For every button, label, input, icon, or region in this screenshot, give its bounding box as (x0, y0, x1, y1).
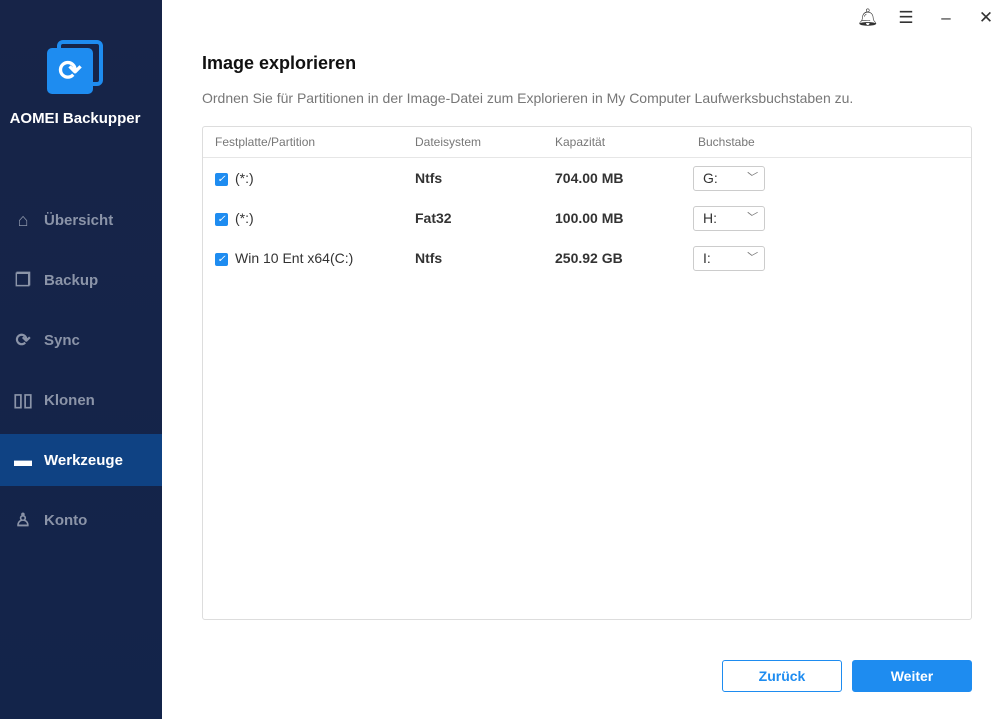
partition-name: (*:) (235, 210, 254, 226)
column-header: Dateisystem (415, 135, 482, 149)
sidebar-item-label: Übersicht (44, 211, 114, 229)
sidebar-item-label: Sync (44, 331, 80, 349)
sidebar-item-account[interactable]: ♙ Konto (0, 494, 162, 546)
table-row: ✓ (*:) Ntfs 704.00 MB G: ﹀ (203, 158, 971, 198)
chevron-down-icon: ﹀ (745, 252, 756, 264)
home-icon: ⌂ (17, 209, 29, 230)
sidebar-item-overview[interactable]: ⌂ Übersicht (0, 194, 162, 246)
backup-icon: ❐ (14, 269, 32, 290)
letter-value: I: (703, 250, 711, 266)
row-checkbox[interactable]: ✓ (215, 172, 228, 186)
table-row: ✓ Win 10 Ent x64(C:) Ntfs 250.92 GB I: ﹀ (203, 238, 971, 278)
sidebar-item-label: Backup (44, 271, 99, 289)
letter-value: G: (703, 170, 718, 186)
row-checkbox[interactable]: ✓ (215, 252, 228, 266)
app-logo-icon: ⟳ (47, 40, 103, 96)
column-header: Kapazität (555, 135, 606, 149)
table-row: ✓ (*:) Fat32 100.00 MB H: ﹀ (203, 198, 971, 238)
partition-name: Win 10 Ent x64(C:) (235, 250, 354, 266)
row-checkbox[interactable]: ✓ (215, 212, 228, 226)
sidebar-item-backup[interactable]: ❐ Backup (0, 254, 162, 306)
partition-name: (*:) (235, 170, 254, 186)
sidebar-item-label: Konto (44, 511, 88, 529)
capacity: 100.00 MB (555, 210, 624, 226)
sidebar: ⟳ AOMEI Backupper ⌂ Übersicht ❐ Backup ⟳ Sy… (0, 0, 162, 719)
chevron-down-icon: ﹀ (745, 172, 756, 184)
letter-select[interactable]: I: ﹀ (693, 246, 765, 271)
letter-value: H: (703, 210, 717, 226)
chevron-down-icon: ﹀ (745, 212, 756, 224)
sync-icon: ⟳ (15, 329, 31, 350)
capacity: 704.00 MB (555, 170, 624, 186)
sidebar-item-tools[interactable]: ▬ Werkzeuge (0, 434, 162, 486)
partition-table: Festplatte/Partition Dateisystem Kapazit… (202, 126, 972, 620)
filesystem: Fat32 (415, 210, 452, 226)
clone-icon: ▯▯ (13, 389, 33, 410)
column-header: Festplatte/Partition (215, 135, 316, 149)
column-header: Buchstabe (698, 135, 755, 149)
menu-icon[interactable]: ☰ (897, 8, 915, 28)
user-icon: ♙ (14, 509, 32, 530)
sidebar-item-clone[interactable]: ▯▯ Klonen (0, 374, 162, 426)
back-button[interactable]: Zurück (722, 660, 842, 692)
sidebar-item-label: Werkzeuge (44, 451, 123, 469)
app-name: AOMEI Backupper (9, 110, 141, 127)
next-button[interactable]: Weiter (852, 660, 972, 692)
sidebar-item-label: Klonen (44, 391, 95, 409)
page-title: Image explorieren (202, 53, 357, 73)
bell-icon[interactable]: 🔔︎ (857, 8, 879, 28)
page-description: Ordnen Sie für Partitionen in der Image-… (202, 90, 854, 106)
letter-select[interactable]: H: ﹀ (693, 206, 765, 231)
letter-select[interactable]: G: ﹀ (693, 166, 765, 191)
filesystem: Ntfs (415, 250, 443, 266)
minimize-icon[interactable]: – (937, 8, 955, 28)
sidebar-item-sync[interactable]: ⟳ Sync (0, 314, 162, 366)
filesystem: Ntfs (415, 170, 443, 186)
close-icon[interactable]: ✕ (977, 8, 995, 28)
toolbox-icon: ▬ (14, 449, 32, 470)
capacity: 250.92 GB (555, 250, 623, 266)
table-header: Festplatte/Partition Dateisystem Kapazit… (203, 127, 971, 158)
